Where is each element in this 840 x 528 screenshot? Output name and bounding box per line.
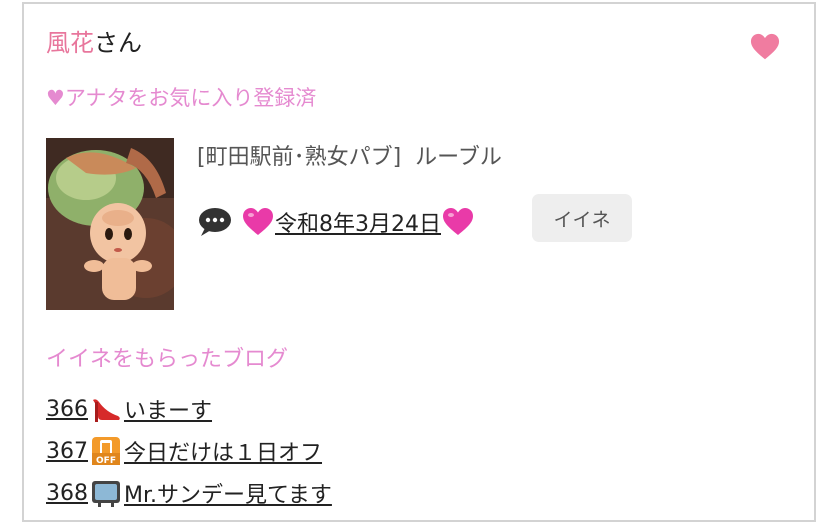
svg-text:OFF: OFF [96,456,116,466]
latest-blog-title: 令和8年3月24日 [275,212,441,237]
latest-blog-row: 令和8年3月24日 [197,200,475,244]
blog-title: Mr.サンデー見てます [124,483,332,508]
liked-blog-item[interactable]: 367 OFF 今日だけは１日オフ [46,430,332,472]
heart-emoji-icon [243,208,273,235]
favorite-status: ♥アナタをお気に入り登録済 [46,86,317,110]
speech-bubble-icon [199,208,231,236]
like-button[interactable]: イイネ [532,194,632,242]
heart-emoji-icon [443,208,473,235]
blog-number: 366 [46,396,88,422]
off-icon: OFF [92,437,120,466]
blog-number: 367 [46,438,88,464]
high-heel-icon [93,399,120,422]
liked-blog-item[interactable]: 366 いまーす [46,388,332,430]
cast-photo[interactable] [46,138,174,310]
blog-number: 368 [46,480,88,506]
television-icon [92,481,120,507]
honorific: さん [94,29,142,57]
liked-blogs-list: 366 いまーす 367 OFF 今日だけは１日オフ 368 Mr.サンデー見て… [46,388,332,514]
blog-title: 今日だけは１日オフ [124,441,323,466]
blog-title: いまーす [124,399,213,424]
cast-name-link[interactable]: 風花 [46,29,94,57]
shop-info[interactable]: [町田駅前･熟女パブ] ルーブル [197,144,502,172]
cast-title: 風花さん [46,28,142,58]
liked-blogs-header: イイネをもらったブログ [46,347,289,372]
favorite-heart-icon[interactable] [750,32,780,62]
latest-blog-link[interactable]: 令和8年3月24日 [241,206,475,238]
liked-blog-item[interactable]: 368 Mr.サンデー見てます [46,472,332,514]
cast-card: 風花さん ♥アナタをお気に入り登録済 [町田駅前･熟女パブ] ルーブル 令和8年… [22,2,816,522]
